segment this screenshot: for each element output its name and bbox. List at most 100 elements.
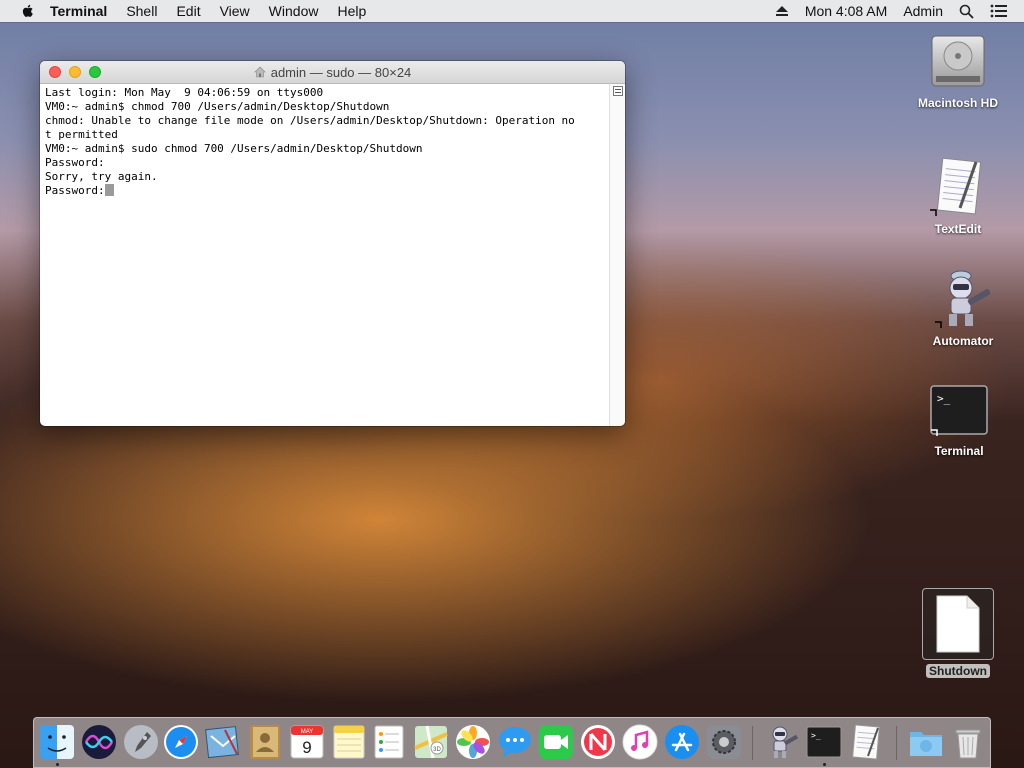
hard-drive-icon bbox=[931, 35, 985, 87]
dock-separator bbox=[896, 726, 897, 760]
dock-news[interactable] bbox=[580, 724, 616, 760]
dock-launchpad[interactable] bbox=[123, 724, 159, 760]
document-file-icon bbox=[936, 595, 980, 653]
dock-contacts[interactable] bbox=[247, 724, 283, 760]
split-pane-icon[interactable] bbox=[613, 86, 623, 96]
dock-calendar[interactable]: MAY 9 bbox=[289, 724, 325, 760]
launchpad-icon bbox=[124, 725, 158, 759]
minimize-window-button[interactable] bbox=[69, 66, 81, 78]
menu-shell[interactable]: Shell bbox=[126, 3, 157, 19]
dock-siri[interactable] bbox=[81, 724, 117, 760]
desktop-icon-textedit[interactable]: TextEdit bbox=[908, 156, 1008, 238]
system-preferences-icon bbox=[707, 725, 741, 759]
dock-notes[interactable] bbox=[331, 724, 367, 760]
terminal-prompt-line: Password: bbox=[45, 184, 605, 198]
desktop-icon-label: Automator bbox=[932, 334, 994, 348]
maps-icon: 3D bbox=[414, 725, 448, 759]
menu-extras: Mon 4:08 AM Admin bbox=[775, 0, 1024, 22]
desktop-icon-label: Shutdown bbox=[926, 664, 990, 678]
notes-icon bbox=[333, 725, 365, 759]
close-window-button[interactable] bbox=[49, 66, 61, 78]
dock-reminders[interactable] bbox=[371, 724, 407, 760]
mail-icon bbox=[205, 726, 239, 759]
terminal-line: Password: bbox=[45, 184, 105, 197]
siri-icon bbox=[82, 725, 116, 759]
desktop-icon-shutdown[interactable]: Shutdown bbox=[908, 588, 1008, 680]
dock-itunes[interactable] bbox=[622, 724, 658, 760]
menu-edit[interactable]: Edit bbox=[176, 3, 200, 19]
running-indicator bbox=[56, 763, 59, 766]
safari-icon bbox=[164, 725, 198, 759]
terminal-window[interactable]: admin — sudo — 80×24 Last login: Mon May… bbox=[40, 61, 625, 426]
dock: MAY 9 3D >_ bbox=[33, 717, 991, 768]
selection-highlight bbox=[922, 588, 994, 660]
terminal-line: VM0:~ admin$ chmod 700 /Users/admin/Desk… bbox=[45, 100, 390, 113]
terminal-icon: >_ bbox=[930, 385, 988, 436]
app-store-icon bbox=[665, 725, 699, 759]
svg-text:>_: >_ bbox=[811, 731, 821, 740]
svg-text:>_: >_ bbox=[937, 392, 951, 405]
menu-app-terminal[interactable]: Terminal bbox=[50, 3, 107, 19]
menu-clock[interactable]: Mon 4:08 AM bbox=[805, 3, 888, 19]
dock-terminal[interactable]: >_ bbox=[806, 724, 842, 760]
apple-menu-icon[interactable] bbox=[20, 3, 36, 19]
dock-finder[interactable] bbox=[39, 724, 75, 760]
terminal-scrollbar[interactable] bbox=[609, 84, 625, 426]
dock-maps[interactable]: 3D bbox=[413, 724, 449, 760]
svg-text:3D: 3D bbox=[433, 747, 441, 753]
window-title: admin — sudo — 80×24 bbox=[270, 64, 412, 80]
dock-messages[interactable] bbox=[497, 724, 533, 760]
terminal-icon: >_ bbox=[806, 726, 842, 758]
dock-downloads-folder[interactable] bbox=[908, 724, 944, 760]
dock-automator[interactable] bbox=[764, 724, 800, 760]
traffic-lights bbox=[49, 66, 101, 78]
home-folder-icon bbox=[253, 66, 266, 78]
window-title-wrap: admin — sudo — 80×24 bbox=[253, 64, 412, 80]
menu-user[interactable]: Admin bbox=[903, 3, 943, 19]
menu-window[interactable]: Window bbox=[269, 3, 319, 19]
dock-app-store[interactable] bbox=[664, 724, 700, 760]
terminal-line: VM0:~ admin$ sudo chmod 700 /Users/admin… bbox=[45, 142, 423, 155]
desktop-icon-macintosh-hd[interactable]: Macintosh HD bbox=[908, 30, 1008, 112]
desktop-icon-label: Terminal bbox=[934, 444, 984, 458]
menu-view[interactable]: View bbox=[220, 3, 250, 19]
textedit-icon bbox=[930, 157, 982, 216]
dock-textedit[interactable] bbox=[848, 724, 884, 760]
menu-bar: Terminal Shell Edit View Window Help Mon… bbox=[0, 0, 1024, 22]
dock-facetime[interactable] bbox=[538, 724, 574, 760]
desktop-icon-automator[interactable]: Automator bbox=[913, 268, 1013, 350]
spotlight-search-icon[interactable] bbox=[959, 4, 974, 19]
dock-mail[interactable] bbox=[205, 724, 241, 760]
window-titlebar[interactable]: admin — sudo — 80×24 bbox=[40, 61, 625, 84]
desktop-icon-label: Macintosh HD bbox=[917, 96, 998, 110]
news-icon bbox=[581, 725, 615, 759]
downloads-folder-icon bbox=[910, 732, 942, 756]
terminal-line: Last login: Mon May 9 04:06:59 on ttys00… bbox=[45, 86, 324, 99]
terminal-output[interactable]: Last login: Mon May 9 04:06:59 on ttys00… bbox=[40, 84, 610, 426]
textedit-icon bbox=[852, 724, 880, 760]
calendar-icon: MAY 9 bbox=[290, 725, 324, 759]
dock-trash[interactable] bbox=[950, 724, 986, 760]
terminal-line: Password: bbox=[45, 156, 105, 169]
trash-icon bbox=[955, 729, 981, 759]
itunes-icon bbox=[622, 724, 658, 760]
terminal-cursor bbox=[104, 184, 114, 196]
messages-icon bbox=[499, 727, 531, 758]
terminal-line: Sorry, try again. bbox=[45, 170, 158, 183]
dock-safari[interactable] bbox=[163, 724, 199, 760]
desktop-icon-label: TextEdit bbox=[934, 222, 982, 236]
reminders-icon bbox=[374, 725, 404, 759]
zoom-window-button[interactable] bbox=[89, 66, 101, 78]
dock-separator bbox=[752, 726, 753, 760]
dock-system-preferences[interactable] bbox=[706, 724, 742, 760]
desktop-icon-terminal[interactable]: >_ Terminal bbox=[909, 384, 1009, 460]
facetime-icon bbox=[539, 725, 573, 759]
menu-help[interactable]: Help bbox=[337, 3, 366, 19]
calendar-month: MAY bbox=[301, 729, 314, 735]
finder-icon bbox=[40, 725, 74, 759]
automator-icon bbox=[772, 726, 799, 758]
dock-photos[interactable] bbox=[455, 724, 491, 760]
notification-center-icon[interactable] bbox=[990, 4, 1008, 18]
eject-icon[interactable] bbox=[775, 5, 789, 17]
terminal-line: t permitted bbox=[45, 128, 118, 141]
